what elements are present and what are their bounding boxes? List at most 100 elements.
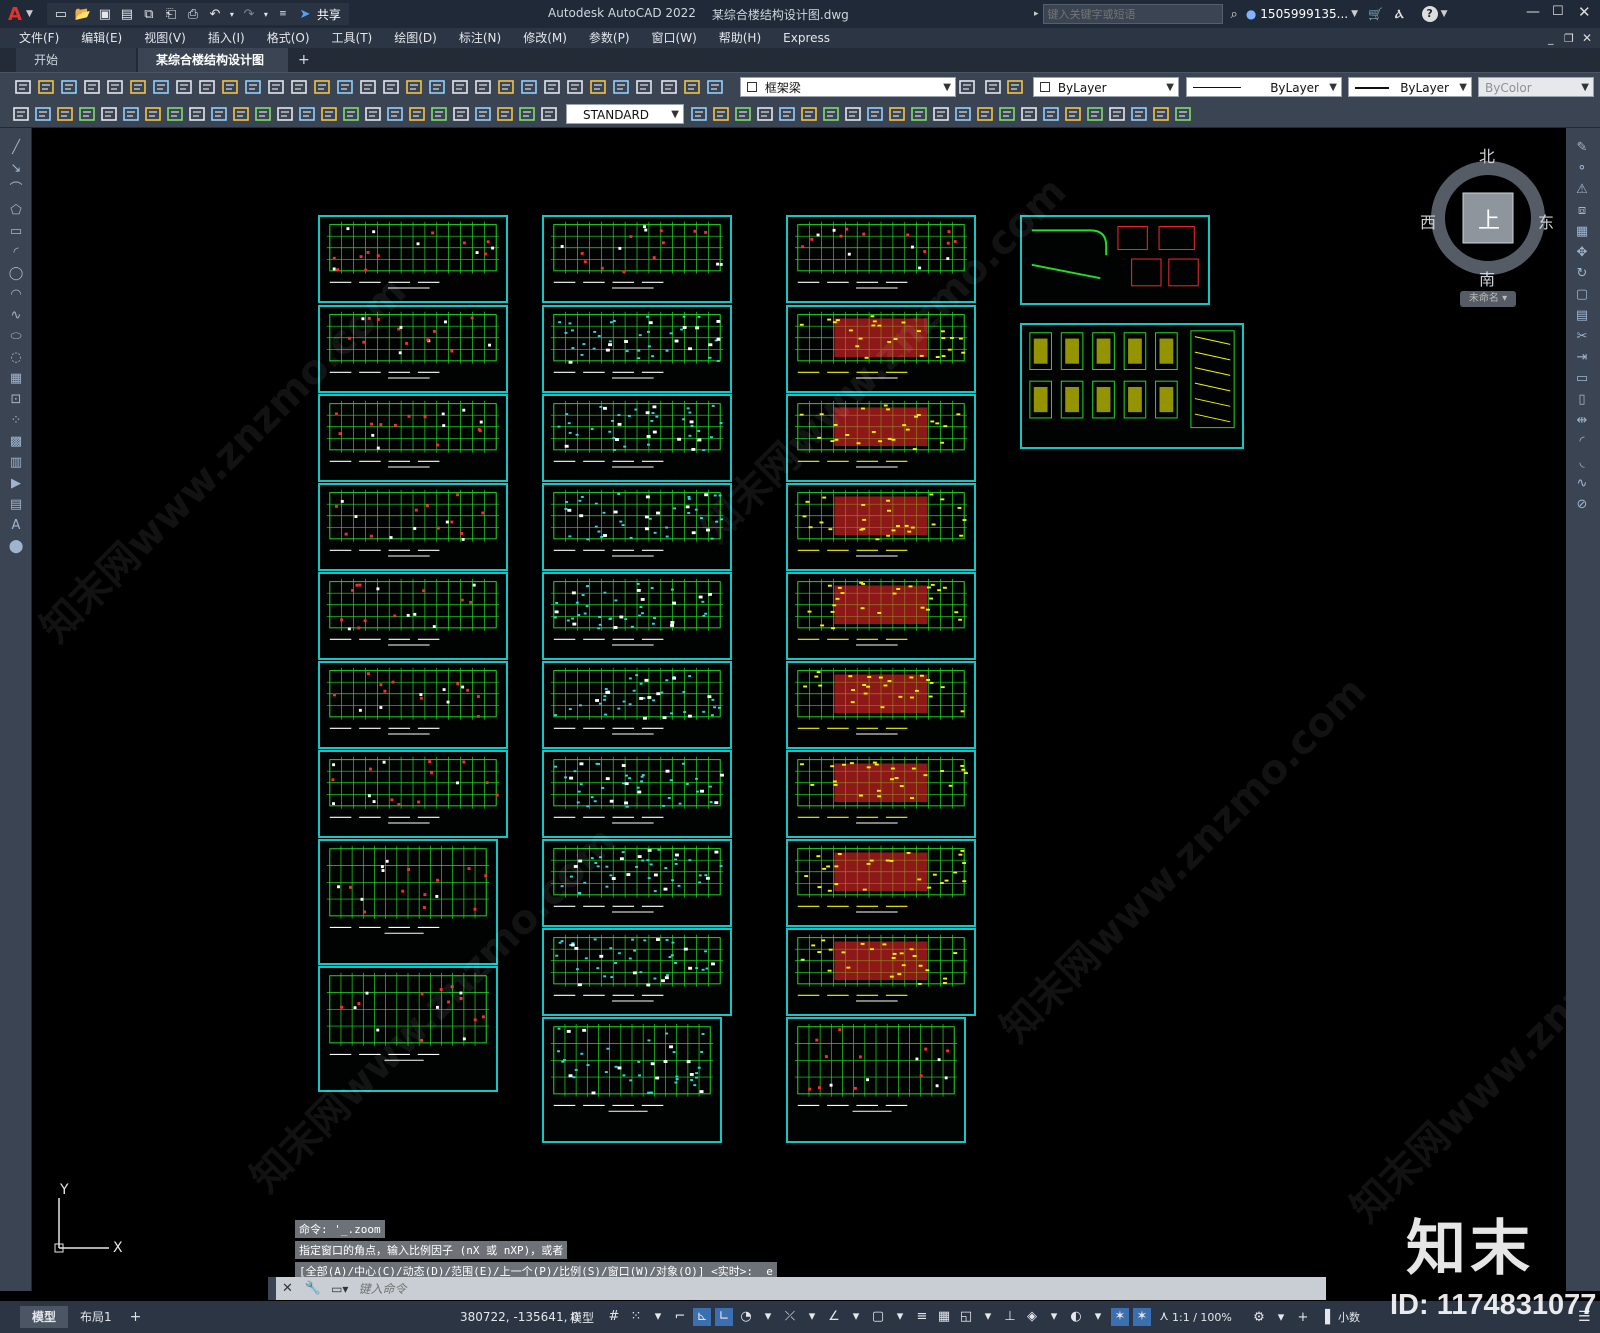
dimension-tool-9-icon[interactable] bbox=[188, 105, 206, 123]
standard-tool-14-icon[interactable] bbox=[313, 78, 331, 96]
save-as-icon[interactable]: ▤ bbox=[117, 5, 137, 23]
status-toggle-14-icon[interactable]: ▾ bbox=[891, 1308, 909, 1326]
command-close-icon[interactable]: ✕ bbox=[282, 1281, 293, 1296]
dimension-tool-38-icon[interactable] bbox=[954, 105, 972, 123]
drawing-sheet-12[interactable] bbox=[542, 394, 732, 482]
status-toggle-6-icon[interactable]: ∟ bbox=[715, 1308, 733, 1326]
menu-draw[interactable]: 绘图(D) bbox=[383, 28, 448, 48]
new-file-icon[interactable]: ▭ bbox=[51, 5, 71, 23]
dimension-tool-34-icon[interactable] bbox=[866, 105, 884, 123]
doc-minimize-icon[interactable]: _ bbox=[1548, 32, 1554, 45]
standard-tool-15-icon[interactable] bbox=[336, 78, 354, 96]
dimension-tool-3-icon[interactable] bbox=[56, 105, 74, 123]
dimension-tool-31-icon[interactable] bbox=[800, 105, 818, 123]
drawing-sheet-29[interactable] bbox=[786, 1017, 966, 1143]
standard-tool-10-icon[interactable] bbox=[221, 78, 239, 96]
status-toggle-7-icon[interactable]: ◔ bbox=[737, 1308, 755, 1326]
command-line-grip[interactable] bbox=[268, 1277, 276, 1300]
status-toggle-9-icon[interactable]: ⤫ bbox=[781, 1308, 799, 1326]
dimension-tool-20-icon[interactable] bbox=[430, 105, 448, 123]
drawing-sheet-6[interactable] bbox=[318, 661, 508, 749]
doc-close-icon[interactable]: ✕ bbox=[1582, 31, 1592, 45]
status-toggle-3-icon[interactable]: ▾ bbox=[649, 1308, 667, 1326]
modify-tool-13-icon[interactable]: ▯ bbox=[1574, 392, 1590, 408]
annotation-scale[interactable]: 1:1 / 100% bbox=[1172, 1311, 1232, 1324]
dimension-tool-21-icon[interactable] bbox=[452, 105, 470, 123]
drawing-sheet-23[interactable] bbox=[786, 483, 976, 571]
maximize-icon[interactable]: ☐ bbox=[1552, 4, 1564, 19]
dimension-tool-24-icon[interactable] bbox=[518, 105, 536, 123]
menu-window[interactable]: 窗口(W) bbox=[641, 28, 708, 48]
status-toggle-19-icon[interactable]: ⊥ bbox=[1001, 1308, 1019, 1326]
draw-tool-20-icon[interactable]: ⬤ bbox=[8, 539, 24, 555]
modify-tool-15-icon[interactable]: ◜ bbox=[1574, 434, 1590, 450]
standard-tool-32-icon[interactable] bbox=[958, 78, 976, 96]
dimension-tool-16-icon[interactable] bbox=[342, 105, 360, 123]
draw-tool-2-icon[interactable]: ↘ bbox=[8, 161, 24, 177]
status-toggle-26-icon[interactable]: ⋏ bbox=[1155, 1308, 1173, 1326]
help-icon[interactable]: ? bbox=[1422, 6, 1438, 22]
undo-dropdown-icon[interactable]: ▾ bbox=[227, 5, 237, 23]
status-toggle-8-icon[interactable]: ▾ bbox=[759, 1308, 777, 1326]
status-tool-4-icon[interactable]: ▐ bbox=[1316, 1309, 1334, 1327]
menu-tools[interactable]: 工具(T) bbox=[321, 28, 384, 48]
standard-tool-13-icon[interactable] bbox=[290, 78, 308, 96]
status-toggle-24-icon[interactable]: ✶ bbox=[1111, 1308, 1129, 1326]
compass-west[interactable]: 西 bbox=[1420, 209, 1436, 233]
drawing-sheet-15[interactable] bbox=[542, 661, 732, 749]
standard-tool-2-icon[interactable] bbox=[37, 78, 55, 96]
menu-view[interactable]: 视图(V) bbox=[133, 28, 197, 48]
standard-tool-8-icon[interactable] bbox=[175, 78, 193, 96]
dimension-tool-36-icon[interactable] bbox=[910, 105, 928, 123]
dimension-tool-41-icon[interactable] bbox=[1020, 105, 1038, 123]
open-file-icon[interactable]: 📂 bbox=[73, 5, 93, 23]
drawing-sheet-24[interactable] bbox=[786, 572, 976, 660]
modify-tool-1-icon[interactable]: ✎ bbox=[1574, 140, 1590, 156]
drawing-sheet-18[interactable] bbox=[542, 928, 732, 1016]
status-toggle-4-icon[interactable]: ⌐ bbox=[671, 1308, 689, 1326]
standard-tool-9-icon[interactable] bbox=[198, 78, 216, 96]
modify-tool-10-icon[interactable]: ✂ bbox=[1574, 329, 1590, 345]
layer-dropdown[interactable]: 框架梁 ▼ bbox=[740, 77, 956, 97]
standard-tool-28-icon[interactable] bbox=[635, 78, 653, 96]
dimension-tool-8-icon[interactable] bbox=[166, 105, 184, 123]
drawing-sheet-27[interactable] bbox=[786, 839, 976, 927]
tab-layout1[interactable]: 布局1 bbox=[68, 1306, 124, 1328]
dimension-tool-33-icon[interactable] bbox=[844, 105, 862, 123]
draw-tool-18-icon[interactable]: ▤ bbox=[8, 497, 24, 513]
status-toggle-22-icon[interactable]: ◐ bbox=[1067, 1308, 1085, 1326]
dimension-tool-13-icon[interactable] bbox=[276, 105, 294, 123]
status-toggle-11-icon[interactable]: ∠ bbox=[825, 1308, 843, 1326]
status-toggle-13-icon[interactable]: ▢ bbox=[869, 1308, 887, 1326]
modify-tool-9-icon[interactable]: ▤ bbox=[1574, 308, 1590, 324]
user-icon[interactable]: ● bbox=[1246, 7, 1256, 21]
draw-tool-9-icon[interactable]: ∿ bbox=[8, 308, 24, 324]
standard-tool-22-icon[interactable] bbox=[497, 78, 515, 96]
draw-tool-3-icon[interactable]: ⌒ bbox=[8, 182, 24, 198]
dimension-tool-22-icon[interactable] bbox=[474, 105, 492, 123]
undo-icon[interactable]: ↶ bbox=[205, 5, 225, 23]
standard-tool-17-icon[interactable] bbox=[382, 78, 400, 96]
dimension-tool-29-icon[interactable] bbox=[756, 105, 774, 123]
user-dropdown-icon[interactable]: ▼ bbox=[1351, 9, 1358, 19]
standard-tool-30-icon[interactable] bbox=[683, 78, 701, 96]
dimension-tool-7-icon[interactable] bbox=[144, 105, 162, 123]
standard-tool-33-icon[interactable] bbox=[984, 78, 1002, 96]
modify-tool-11-icon[interactable]: ⇥ bbox=[1574, 350, 1590, 366]
dimension-tool-40-icon[interactable] bbox=[998, 105, 1016, 123]
dimension-tool-42-icon[interactable] bbox=[1042, 105, 1060, 123]
standard-tool-4-icon[interactable] bbox=[83, 78, 101, 96]
autodesk-app-icon[interactable]: Ⲁ bbox=[1395, 7, 1404, 22]
command-input[interactable] bbox=[352, 1278, 1326, 1299]
dimension-tool-23-icon[interactable] bbox=[496, 105, 514, 123]
drawing-sheet-4[interactable] bbox=[318, 483, 508, 571]
status-toggle-25-icon[interactable]: ✶ bbox=[1133, 1308, 1151, 1326]
modify-tool-6-icon[interactable]: ✥ bbox=[1574, 245, 1590, 261]
draw-tool-11-icon[interactable]: ◌ bbox=[8, 350, 24, 366]
status-toggle-15-icon[interactable]: ≡ bbox=[913, 1308, 931, 1326]
command-recent-icon[interactable]: ▭▾ bbox=[331, 1282, 348, 1296]
draw-tool-17-icon[interactable]: ▶ bbox=[8, 476, 24, 492]
dimension-tool-4-icon[interactable] bbox=[78, 105, 96, 123]
menu-format[interactable]: 格式(O) bbox=[256, 28, 321, 48]
dimension-tool-47-icon[interactable] bbox=[1152, 105, 1170, 123]
